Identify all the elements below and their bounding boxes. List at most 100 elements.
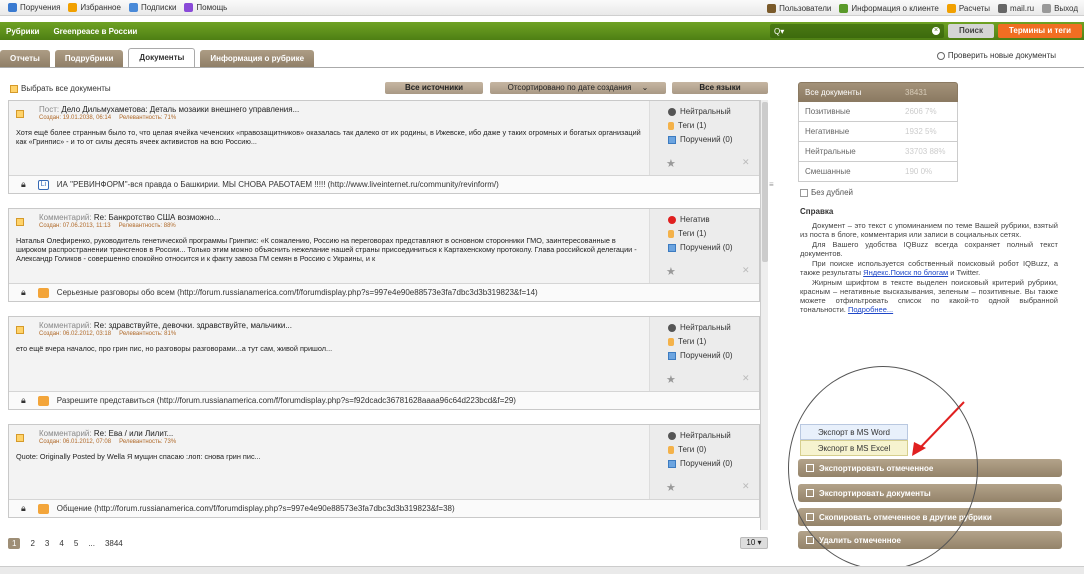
hand-icon [668, 445, 674, 454]
tab-3[interactable]: Информация о рубрике [200, 50, 315, 68]
page-link[interactable]: 4 [59, 539, 63, 548]
per-page-select[interactable]: 10 ▾ [740, 537, 768, 549]
document-source-link[interactable]: ИА "РЕВИНФОРМ"-вся правда о Башкирии. МЫ… [57, 180, 499, 189]
rss-icon [37, 503, 49, 514]
clear-search-icon[interactable]: × [932, 27, 940, 35]
left-item-2[interactable]: Подписки [128, 3, 176, 12]
no-duplicates-toggle[interactable]: Без дублей [800, 188, 853, 197]
document-source-link[interactable]: Серьезные разговоры обо всем (http://for… [57, 288, 538, 297]
document-type: Комментарий: [39, 213, 92, 222]
left-item-0[interactable]: Поручения [8, 3, 60, 12]
document-checkbox[interactable] [16, 326, 24, 334]
assignments-link[interactable]: Поручений (0) [668, 459, 733, 468]
search-button[interactable]: Поиск [948, 24, 994, 38]
export-icon [806, 489, 814, 497]
favorite-star-icon[interactable]: ★ [666, 157, 676, 170]
page-link[interactable]: 2 [30, 539, 34, 548]
tags-link[interactable]: Теги (1) [668, 229, 706, 238]
tone-selector[interactable]: Негатив [668, 215, 710, 224]
favorite-star-icon[interactable]: ★ [666, 481, 676, 494]
yandex-blog-search-link[interactable]: Яндекс.Поиск по блогам [863, 268, 948, 277]
languages-filter[interactable]: Все языки [672, 82, 768, 94]
document-list-scrollbar[interactable] [760, 100, 768, 530]
document-title-link[interactable]: Re: здравствуйте, девочки. здравствуйте,… [94, 321, 292, 330]
red-arrow-annotation [912, 401, 965, 456]
assignments-link[interactable]: Поручений (0) [668, 135, 733, 144]
favorite-star-icon[interactable]: ★ [666, 265, 676, 278]
tags-link[interactable]: Теги (1) [668, 337, 706, 346]
tone-selector[interactable]: Нейтральный [668, 323, 731, 332]
action-button-2[interactable]: Скопировать отмеченное в другие рубрики [798, 508, 1062, 526]
rubrics-menu[interactable]: Рубрики [0, 27, 45, 36]
more-info-link[interactable]: Подробнее... [848, 305, 893, 314]
action-label: Удалить отмеченное [819, 535, 901, 545]
tags-link[interactable]: Теги (1) [668, 121, 706, 130]
assignments-link[interactable]: Поручений (0) [668, 243, 733, 252]
lock-icon[interactable]: 🔒︎ [21, 287, 26, 298]
document-checkbox[interactable] [16, 218, 24, 226]
lock-icon[interactable]: 🔒︎ [21, 179, 26, 190]
tone-selector[interactable]: Нейтральный [668, 107, 731, 116]
right-item-3[interactable]: mail.ru [998, 3, 1034, 13]
right-item-0[interactable]: Пользователи [767, 3, 831, 13]
terms-and-tags-button[interactable]: Термины и теги [998, 24, 1082, 38]
tone-stat-row[interactable]: Смешанные 190 0% [798, 162, 958, 182]
right-item-1[interactable]: Информация о клиенте [839, 3, 939, 13]
page-link[interactable]: ... [88, 539, 95, 548]
tab-2[interactable]: Документы [128, 48, 196, 68]
no-duplicates-checkbox[interactable] [800, 188, 808, 197]
check-new-documents-link[interactable]: Проверить новые документы [936, 51, 1056, 60]
tab-0[interactable]: Отчеты [0, 50, 50, 68]
action-button-3[interactable]: Удалить отмеченное [798, 531, 1062, 549]
page-link[interactable]: 5 [74, 539, 78, 548]
select-all[interactable]: Выбрать все документы [10, 84, 111, 93]
delete-document-icon[interactable]: ✕ [742, 157, 750, 168]
export-excel-option[interactable]: Экспорт в MS Excel [800, 440, 908, 456]
document-source-link[interactable]: Разрешите представиться (http://forum.ru… [57, 396, 516, 405]
delete-document-icon[interactable]: ✕ [742, 373, 750, 384]
document-checkbox[interactable] [16, 434, 24, 442]
assignment-icon [668, 459, 676, 468]
document-title-link[interactable]: Дело Дильмухаметова: Деталь мозаики внеш… [61, 105, 299, 114]
search-input[interactable]: Q▾ × [770, 24, 944, 38]
lock-icon[interactable]: 🔒︎ [21, 395, 26, 406]
panel-splitter-icon[interactable]: ≡ [769, 180, 774, 189]
page-link[interactable]: 3 [45, 539, 49, 548]
right-item-2[interactable]: Расчеты [946, 3, 990, 13]
chevron-down-icon: ⌄ [641, 83, 649, 92]
rss-icon [37, 287, 49, 298]
document-body: Пост: Дело Дильмухаметова: Деталь мозаик… [9, 101, 649, 175]
action-button-0[interactable]: Экспортировать отмеченное [798, 459, 1062, 477]
assignments-link[interactable]: Поручений (0) [668, 351, 733, 360]
favorite-star-icon[interactable]: ★ [666, 373, 676, 386]
left-item-3[interactable]: Помощь [184, 3, 227, 12]
tags-link[interactable]: Теги (0) [668, 445, 706, 454]
sources-filter[interactable]: Все источники [385, 82, 483, 94]
document-source-link[interactable]: Общение (http://forum.russianamerica.com… [57, 504, 455, 513]
sort-filter[interactable]: Отсортировано по дате создания ⌄ [490, 82, 666, 94]
tone-stat-row[interactable]: Негативные 1932 5% [798, 122, 958, 142]
document-type: Комментарий: [39, 429, 92, 438]
assignment-icon [668, 351, 676, 360]
export-word-option[interactable]: Экспорт в MS Word [800, 424, 908, 440]
tone-selector[interactable]: Нейтральный [668, 431, 731, 440]
page-link[interactable]: 1 [8, 538, 21, 549]
export-dropdown: Экспорт в MS Word Экспорт в MS Excel [800, 424, 908, 456]
lock-icon[interactable]: 🔒︎ [21, 503, 26, 514]
delete-document-icon[interactable]: ✕ [742, 265, 750, 276]
tone-stat-row[interactable]: Все документы 38431 [798, 82, 958, 102]
tone-stat-row[interactable]: Нейтральные 33703 88% [798, 142, 958, 162]
tone-stat-row[interactable]: Позитивные 2606 7% [798, 102, 958, 122]
right-item-4[interactable]: Выход [1042, 3, 1078, 13]
delete-document-icon[interactable]: ✕ [742, 481, 750, 492]
search-icon[interactable]: Q▾ [774, 27, 784, 36]
tab-1[interactable]: Подрубрики [54, 50, 124, 68]
action-button-1[interactable]: Экспортировать документы [798, 484, 1062, 502]
document-checkbox[interactable] [16, 110, 24, 118]
document-title-link[interactable]: Re: Банкротство США возможно... [94, 213, 221, 222]
scrollbar-thumb[interactable] [762, 102, 768, 262]
document-title-link[interactable]: Re: Ева / или Лилит... [94, 429, 173, 438]
left-item-1[interactable]: Избранное [68, 3, 121, 12]
select-all-checkbox[interactable] [10, 84, 18, 93]
page-link[interactable]: 3844 [105, 539, 123, 548]
